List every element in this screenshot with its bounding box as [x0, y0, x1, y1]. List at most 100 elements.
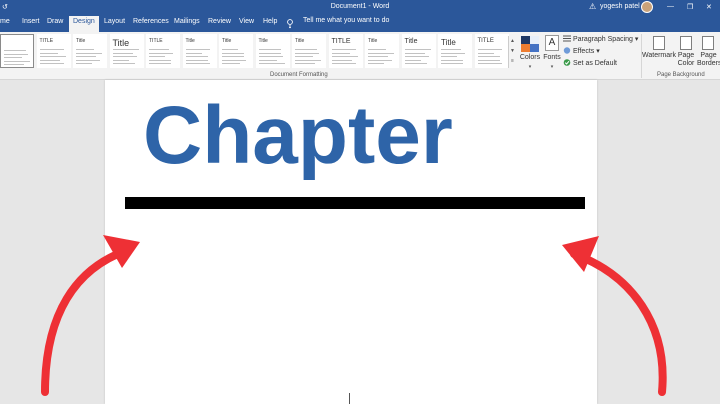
tell-me-search[interactable]: Tell me what you want to do — [303, 17, 389, 24]
style-set-preview-line — [258, 63, 285, 64]
style-set-thumbnail[interactable]: Title — [73, 34, 107, 68]
document-page[interactable]: Chapter — [105, 80, 597, 404]
style-set-preview-line — [39, 52, 58, 54]
tab-help[interactable]: Help — [263, 18, 277, 25]
style-set-title: TITLE — [331, 38, 351, 45]
style-set-thumbnail[interactable]: Title — [438, 34, 472, 68]
style-set-preview-line — [368, 56, 388, 57]
chevron-up-icon[interactable]: ▲ — [509, 36, 516, 46]
colors-button[interactable]: Colors ▾ — [518, 34, 542, 72]
effects-button[interactable]: Effects ▾ — [563, 47, 600, 55]
user-name[interactable]: yogesh patel — [600, 3, 640, 10]
style-set-preview-line — [441, 63, 463, 64]
warning-icon[interactable]: ⚠ — [589, 2, 596, 11]
text-cursor — [349, 393, 350, 404]
style-set-preview-line — [112, 49, 139, 50]
style-set-thumbnail[interactable] — [0, 34, 34, 68]
tab-insert[interactable]: Insert — [22, 18, 40, 25]
style-set-preview-line — [4, 60, 30, 62]
style-set-preview-line — [477, 59, 500, 61]
tab-home[interactable]: me — [0, 18, 10, 25]
fonts-button[interactable]: A Fonts ▾ — [541, 34, 563, 72]
tab-view[interactable]: View — [239, 18, 254, 25]
style-set-preview-line — [222, 52, 244, 54]
chapter-heading[interactable]: Chapter — [143, 95, 453, 177]
document-canvas[interactable]: Chapter — [0, 80, 720, 404]
more-icon[interactable]: ≡ — [509, 56, 516, 66]
tab-draw[interactable]: Draw — [47, 18, 63, 25]
style-set-preview-line — [295, 63, 315, 64]
tab-layout[interactable]: Layout — [104, 18, 125, 25]
ribbon-tabs: me Insert Draw Design Layout References … — [0, 14, 720, 32]
style-set-preview-line — [149, 63, 171, 64]
style-set-title: Title — [185, 38, 195, 44]
tab-review[interactable]: Review — [208, 18, 231, 25]
page-color-label: Page Color — [677, 52, 695, 67]
style-set-thumbnail[interactable]: Title — [255, 34, 290, 68]
style-set-preview-line — [4, 57, 22, 58]
style-set-preview-line — [441, 49, 461, 50]
style-set-preview-line — [149, 49, 169, 50]
style-set-thumbnail[interactable]: Title — [182, 34, 217, 68]
style-set-preview-line — [258, 52, 281, 54]
style-set-thumbnail[interactable]: Title — [401, 34, 436, 68]
minimize-icon[interactable]: — — [667, 3, 674, 10]
style-set-preview-line — [185, 52, 202, 54]
restore-icon[interactable]: ❐ — [687, 3, 693, 11]
tab-mailings[interactable]: Mailings — [174, 18, 200, 25]
style-set-preview-line — [149, 52, 173, 54]
style-set-preview-line — [404, 56, 429, 57]
style-set-thumbnail[interactable]: TITLE — [328, 34, 363, 68]
watermark-icon — [653, 36, 665, 50]
paragraph-spacing-button[interactable]: Paragraph Spacing ▾ — [563, 35, 638, 43]
style-set-preview-line — [39, 59, 60, 61]
style-set-preview-line — [4, 53, 28, 55]
style-set-preview-line — [39, 63, 64, 64]
style-set-preview-line — [76, 49, 94, 50]
style-set-preview-line — [76, 59, 100, 61]
style-set-preview-line — [39, 56, 66, 57]
style-set-preview-line — [222, 49, 238, 50]
style-set-preview-line — [404, 63, 427, 64]
style-set-preview-line — [258, 59, 277, 61]
chevron-down-icon[interactable]: ▼ — [509, 46, 516, 56]
style-set-preview-line — [222, 56, 244, 57]
colors-label: Colors — [519, 54, 541, 61]
style-set-gallery: TITLE Title Title TITLE Title Title Title Title… — [0, 34, 512, 70]
horizontal-rule[interactable] — [125, 197, 585, 209]
style-set-thumbnail[interactable]: TITLE — [146, 34, 180, 68]
style-set-preview-line — [331, 59, 352, 61]
style-set-preview-line — [4, 50, 26, 51]
effects-label: Effects — [573, 48, 595, 55]
style-set-preview-line — [331, 52, 350, 54]
tab-design[interactable]: Design — [69, 16, 99, 32]
avatar[interactable] — [641, 1, 653, 13]
style-set-thumbnail[interactable]: Title — [365, 34, 399, 68]
style-set-preview-line — [441, 56, 457, 57]
style-set-preview-line — [368, 63, 384, 64]
fonts-label: Fonts — [543, 54, 561, 61]
page-borders-label: Page Borders — [697, 52, 720, 67]
style-set-preview-line — [76, 56, 96, 57]
tab-references[interactable]: References — [133, 18, 169, 25]
style-set-thumbnail[interactable]: Title — [109, 34, 144, 68]
gallery-scroll[interactable]: ▲ ▼ ≡ — [508, 36, 516, 68]
chevron-down-icon: ▾ — [528, 64, 532, 70]
style-set-thumbnail[interactable]: Title — [219, 34, 253, 68]
style-set-preview-line — [368, 49, 386, 50]
style-set-preview-line — [295, 49, 317, 50]
close-icon[interactable]: ✕ — [706, 3, 712, 11]
style-set-preview-line — [112, 59, 129, 61]
style-set-preview-line — [39, 49, 64, 50]
set-as-default-button[interactable]: Set as Default — [563, 59, 617, 67]
style-set-title: TITLE — [39, 38, 54, 44]
style-set-thumbnail[interactable]: Title — [292, 34, 326, 68]
style-set-preview-line — [112, 52, 133, 54]
style-set-title: Title — [222, 38, 232, 44]
style-set-preview-line — [185, 59, 208, 61]
style-set-preview-line — [331, 63, 356, 64]
style-set-thumbnail[interactable]: TITLE — [474, 34, 509, 68]
style-set-thumbnail[interactable]: TITLE — [36, 34, 71, 68]
style-set-preview-line — [404, 49, 431, 50]
style-set-preview-line — [441, 52, 465, 54]
